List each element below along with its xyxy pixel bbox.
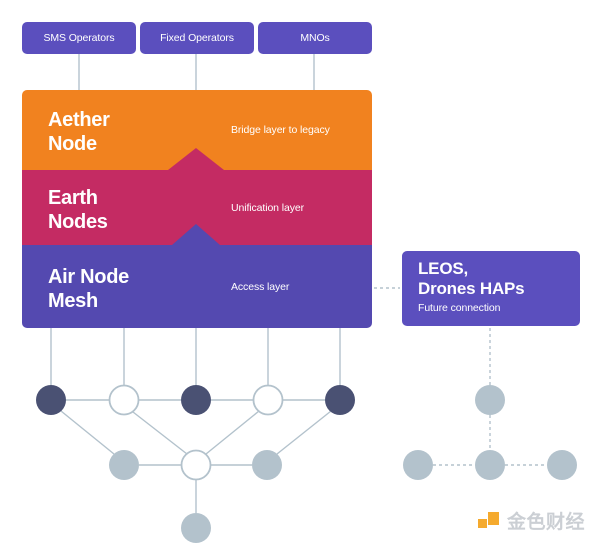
layer-subtitle-air-node-mesh: Access layer bbox=[231, 281, 290, 293]
operator-chip-label: SMS Operators bbox=[43, 32, 115, 44]
watermark-text: 金色财经 bbox=[507, 512, 586, 533]
mesh-node-dark[interactable] bbox=[181, 385, 211, 415]
future-mesh-node[interactable] bbox=[547, 450, 577, 480]
left-mesh-nodes bbox=[36, 384, 355, 543]
mesh-node-light[interactable] bbox=[252, 450, 282, 480]
mesh-edge-d3 bbox=[205, 410, 260, 455]
layer-subtitle-earth-nodes: Unification layer bbox=[231, 202, 304, 214]
layer-title-air-node-mesh: Air Node Mesh bbox=[48, 266, 129, 312]
mesh-edge-d4 bbox=[276, 410, 332, 455]
layer-title-aether-node: Aether Node bbox=[48, 109, 110, 155]
operator-chip-mnos[interactable]: MNOs bbox=[258, 22, 372, 54]
mesh-node-hollow[interactable] bbox=[108, 384, 140, 416]
mesh-node-dark[interactable] bbox=[36, 385, 66, 415]
mesh-node-light[interactable] bbox=[109, 450, 139, 480]
future-mesh-node[interactable] bbox=[475, 385, 505, 415]
future-mesh-node[interactable] bbox=[475, 450, 505, 480]
mesh-edge-d1 bbox=[60, 410, 115, 455]
mesh-node-dark[interactable] bbox=[325, 385, 355, 415]
operator-connectors bbox=[78, 53, 315, 90]
layer-title-earth-nodes: Earth Nodes bbox=[48, 187, 108, 233]
operator-chip-label: MNOs bbox=[300, 32, 330, 44]
layer-to-mesh-connectors bbox=[50, 328, 341, 385]
future-mesh-node[interactable] bbox=[403, 450, 433, 480]
mesh-node-light[interactable] bbox=[181, 513, 211, 543]
operator-chip-fixed-operators[interactable]: Fixed Operators bbox=[140, 22, 254, 54]
watermark-logo-icon bbox=[478, 512, 500, 534]
future-connection-subtitle: Future connection bbox=[418, 302, 501, 314]
operator-chip-label: Fixed Operators bbox=[160, 32, 234, 44]
future-connection-title: LEOS, Drones HAPs bbox=[418, 259, 525, 298]
mesh-node-hollow[interactable] bbox=[252, 384, 284, 416]
mesh-node-hollow[interactable] bbox=[180, 449, 212, 481]
mesh-edge-d2 bbox=[132, 411, 188, 455]
operator-chip-sms-operators[interactable]: SMS Operators bbox=[22, 22, 136, 54]
right-mesh-nodes bbox=[403, 385, 577, 480]
layer-subtitle-aether-node: Bridge layer to legacy bbox=[231, 124, 330, 136]
watermark: 金色财经 bbox=[478, 512, 585, 534]
diagram-canvas: SMS Operators Fixed Operators MNOs Aethe… bbox=[0, 0, 600, 556]
